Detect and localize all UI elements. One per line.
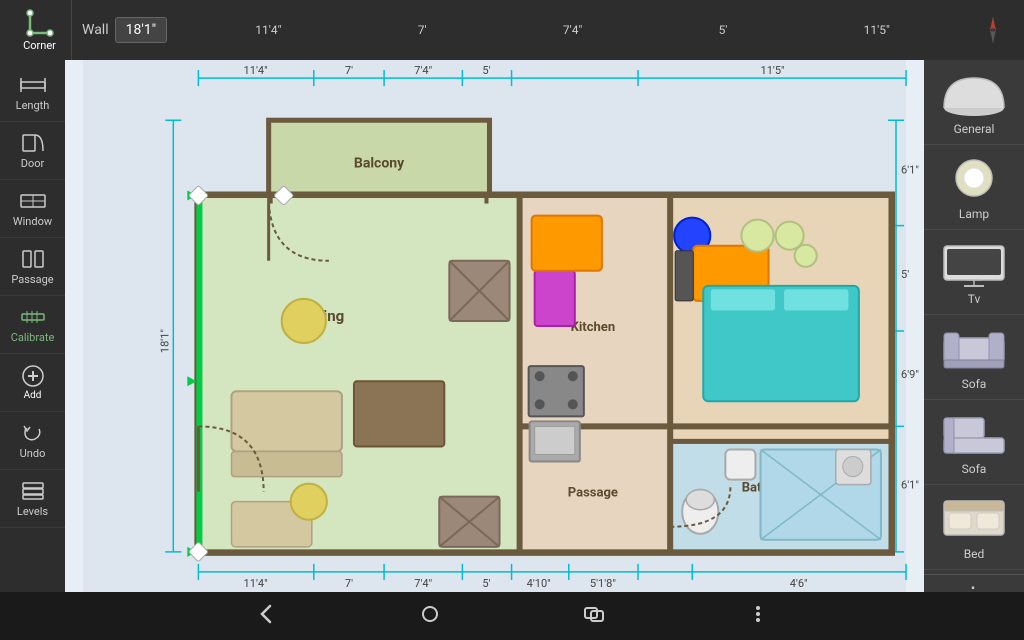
panel-label-general: General [954,122,995,136]
panel-item-lamp[interactable]: Lamp [924,145,1024,230]
tool-door[interactable]: Door [0,122,65,180]
svg-text:7'4": 7'4" [414,64,432,77]
main-area: Length Door Window Passage [0,60,1024,592]
panel-item-bed[interactable]: Bed [924,485,1024,570]
panel-label-bed: Bed [964,547,985,561]
panel-item-sofa1[interactable]: Sofa [924,315,1024,400]
sofa2-icon [939,408,1009,458]
svg-text:7'4": 7'4" [414,577,432,590]
floor-plan-canvas[interactable]: 11'4" 7' 7'4" 5' 11'5" 18'1" 6'1" 5' 6'9… [65,60,924,592]
svg-text:7': 7' [345,64,353,77]
svg-text:6'9": 6'9" [901,368,919,381]
wall-label: Wall [82,22,109,38]
back-button[interactable] [244,592,288,640]
tool-calibrate[interactable]: Calibrate [0,296,65,354]
svg-text:5': 5' [901,268,909,281]
dim-4: 5' [719,23,728,37]
svg-text:Passage: Passage [568,486,618,501]
dim-3: 7'4" [563,23,582,37]
tool-passage[interactable]: Passage [0,238,65,296]
tool-add[interactable]: Add [0,354,65,412]
svg-text:11'4": 11'4" [244,577,268,590]
panel-more[interactable]: ⋮ [924,574,1024,592]
panel-item-sofa2[interactable]: Sofa [924,400,1024,485]
panel-label-tv: Tv [968,292,981,306]
svg-text:4'10": 4'10" [527,577,551,590]
top-dimensions: 11'4" 7' 7'4" 5' 11'5" [167,23,978,37]
tool-length[interactable]: Length [0,64,65,122]
left-toolbar: Length Door Window Passage [0,60,65,592]
compass-icon [978,15,1008,45]
svg-text:18'1": 18'1" [158,329,171,353]
panel-label-lamp: Lamp [959,207,989,221]
dim-1: 11'4" [255,23,281,37]
home-button[interactable] [408,592,452,640]
svg-text:Balcony: Balcony [354,155,405,171]
tool-undo[interactable]: Undo [0,412,65,470]
tool-window[interactable]: Window [0,180,65,238]
lamp-icon [939,153,1009,203]
svg-text:5'1'8": 5'1'8" [590,577,616,590]
svg-text:6'1": 6'1" [901,479,919,492]
svg-text:5': 5' [482,577,490,590]
svg-text:11'4": 11'4" [244,64,268,77]
bottom-nav [0,592,1024,640]
recent-button[interactable] [572,592,616,640]
svg-text:4'6": 4'6" [790,577,808,590]
svg-text:5': 5' [482,64,490,77]
more-button[interactable] [736,592,780,640]
bed-icon [939,493,1009,543]
panel-item-general[interactable]: General [924,60,1024,145]
panel-label-sofa1: Sofa [962,377,987,391]
svg-text:Kitchen: Kitchen [571,320,616,335]
panel-label-sofa2: Sofa [962,462,987,476]
dim-5: 11'5" [864,23,890,37]
dim-2: 7' [418,23,427,37]
tool-levels[interactable]: Levels [0,470,65,528]
svg-text:11'5": 11'5" [761,64,785,77]
sofa1-icon [939,323,1009,373]
right-panel: General Lamp Tv [924,60,1024,592]
panel-item-tv[interactable]: Tv [924,230,1024,315]
corner-label: Corner [23,39,56,52]
svg-text:7': 7' [345,577,353,590]
corner-button[interactable]: Corner [8,0,72,60]
svg-text:6'1": 6'1" [901,163,919,176]
wall-value[interactable]: 18'1" [115,17,168,43]
top-bar: Corner Wall 18'1" 11'4" 7' 7'4" 5' 11'5" [0,0,1024,60]
general-icon [939,68,1009,118]
tv-icon [939,238,1009,288]
floor-plan-svg: 11'4" 7' 7'4" 5' 11'5" 18'1" 6'1" 5' 6'9… [65,60,924,592]
